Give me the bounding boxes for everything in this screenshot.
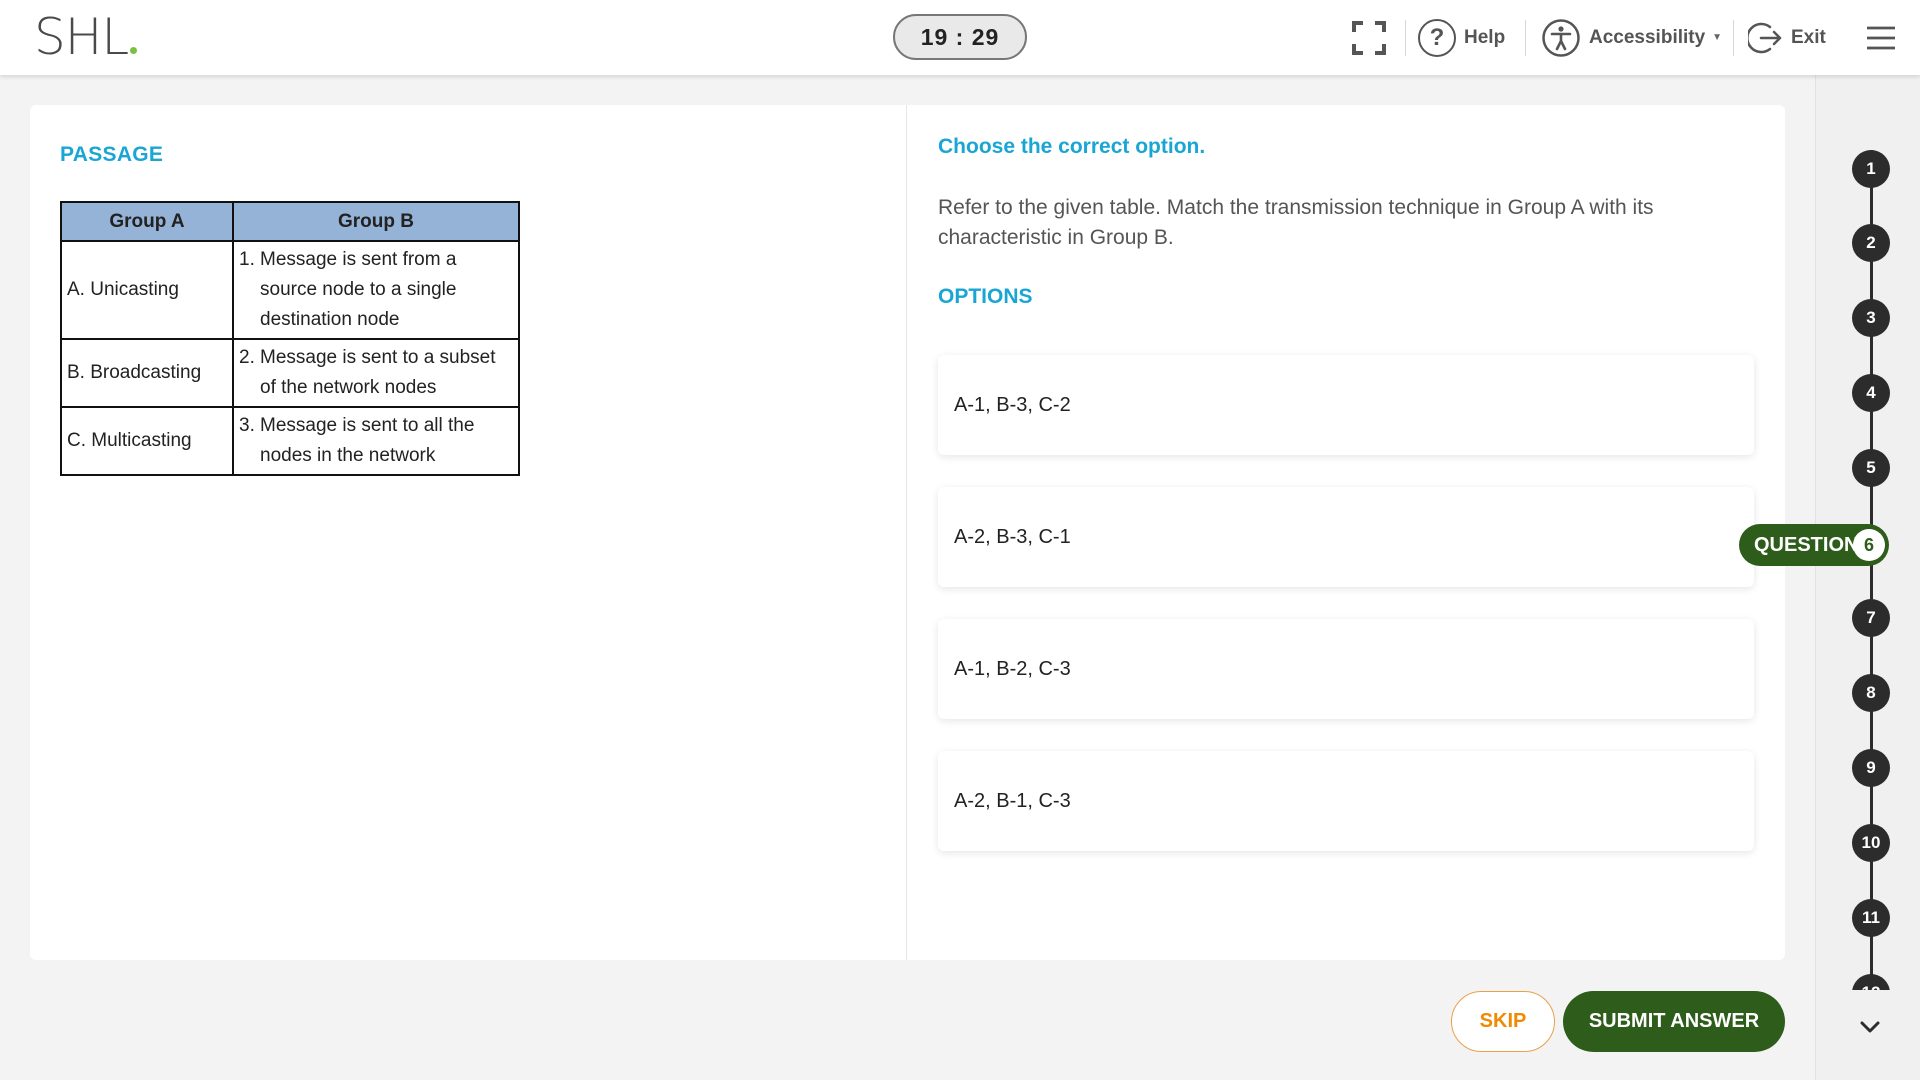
question-nav-11[interactable]: 11 <box>1852 899 1890 937</box>
table-cell-group-a: B. Broadcasting <box>60 338 234 408</box>
question-nav-9[interactable]: 9 <box>1852 749 1890 787</box>
fullscreen-button[interactable] <box>1350 0 1388 75</box>
cell-line: nodes in the network <box>260 445 436 466</box>
exit-icon <box>1748 22 1782 53</box>
question-nav-2[interactable]: 2 <box>1852 224 1890 262</box>
question-nav-5[interactable]: 5 <box>1852 449 1890 487</box>
cell-line: Message is sent from a <box>260 249 457 270</box>
accessibility-label: Accessibility <box>1589 26 1706 48</box>
options-title: OPTIONS <box>938 285 1033 308</box>
answer-option-2[interactable]: A-2, B-3, C-1 <box>938 487 1754 587</box>
current-question-label: QUESTION <box>1754 533 1859 556</box>
help-icon: ? <box>1418 18 1456 57</box>
question-instruction: Choose the correct option. <box>938 135 1206 158</box>
column-divider <box>906 105 907 960</box>
question-card: PASSAGE Group A Group B A. Unicasting 1.… <box>30 105 1785 960</box>
current-question-number: 6 <box>1853 529 1885 561</box>
logo-dot <box>130 47 138 54</box>
header-separator <box>1405 20 1406 56</box>
table-row: B. Broadcasting 2. Message is sent to a s… <box>60 338 520 408</box>
help-button[interactable]: ? Help <box>1418 0 1505 75</box>
table-row: A. Unicasting 1. Message is sent from a s… <box>60 240 520 340</box>
cell-line: destination node <box>260 309 400 330</box>
cell-line: Message is sent to a subset <box>260 347 496 368</box>
cell-line: of the network nodes <box>260 377 437 398</box>
cell-line: Message is sent to all the <box>260 415 475 436</box>
chevron-down-icon: ▼ <box>1712 32 1723 43</box>
shl-logo: SHL <box>34 10 138 65</box>
accessibility-button[interactable]: Accessibility ▼ <box>1541 0 1722 75</box>
table-header-group-b: Group B <box>232 201 520 242</box>
table-cell-group-b: 2. Message is sent to a subset of the net… <box>232 338 520 408</box>
chevron-down-icon <box>1860 1021 1880 1033</box>
header-separator <box>1733 20 1734 56</box>
skip-button[interactable]: SKIP <box>1451 991 1555 1052</box>
question-text: Refer to the given table. Match the tran… <box>938 196 1654 249</box>
current-question-indicator[interactable]: QUESTION 6 <box>1739 524 1889 566</box>
countdown-timer: 19 : 29 <box>893 14 1027 60</box>
help-label: Help <box>1464 26 1506 48</box>
question-nav-4[interactable]: 4 <box>1852 374 1890 412</box>
fullscreen-icon <box>1352 20 1386 55</box>
table-header-row: Group A Group B <box>60 201 520 242</box>
question-nav-1[interactable]: 1 <box>1852 150 1890 188</box>
menu-button[interactable] <box>1866 0 1896 75</box>
navigator-scroll-down-button[interactable] <box>1852 1012 1888 1042</box>
top-header: SHL 19 : 29 ? Help Accessibility ▼ Exit <box>0 0 1920 75</box>
question-nav-8[interactable]: 8 <box>1852 674 1890 712</box>
submit-answer-button[interactable]: SUBMIT ANSWER <box>1563 991 1785 1052</box>
item-number: 3. <box>239 415 255 436</box>
passage-table: Group A Group B A. Unicasting 1. Message … <box>60 201 520 476</box>
table-cell-group-b: 3. Message is sent to all the nodes in th… <box>232 406 520 476</box>
table-cell-group-a: C. Multicasting <box>60 406 234 476</box>
cell-line: source node to a single <box>260 279 457 300</box>
hamburger-menu-icon <box>1867 26 1895 49</box>
table-cell-group-a: A. Unicasting <box>60 240 234 340</box>
option-label: A-1, B-2, C-3 <box>954 657 1071 680</box>
answer-option-1[interactable]: A-1, B-3, C-2 <box>938 355 1754 455</box>
header-separator <box>1525 20 1526 56</box>
item-number: 2. <box>239 347 255 368</box>
option-label: A-2, B-3, C-1 <box>954 525 1071 548</box>
table-cell-group-b: 1. Message is sent from a source node to … <box>232 240 520 340</box>
exit-label: Exit <box>1791 26 1826 48</box>
question-nav-3[interactable]: 3 <box>1852 299 1890 337</box>
question-nav-10[interactable]: 10 <box>1852 824 1890 862</box>
table-header-group-a: Group A <box>60 201 234 242</box>
option-label: A-1, B-3, C-2 <box>954 393 1071 416</box>
passage-title: PASSAGE <box>60 143 164 166</box>
item-number: 1. <box>239 249 255 270</box>
question-nav-7[interactable]: 7 <box>1852 599 1890 637</box>
accessibility-icon <box>1542 18 1580 57</box>
answer-option-3[interactable]: A-1, B-2, C-3 <box>938 619 1754 719</box>
table-row: C. Multicasting 3. Message is sent to all… <box>60 406 520 476</box>
answer-option-4[interactable]: A-2, B-1, C-3 <box>938 751 1754 851</box>
question-nav-12[interactable]: 12 <box>1852 974 1890 990</box>
option-label: A-2, B-1, C-3 <box>954 789 1071 812</box>
exit-button[interactable]: Exit <box>1748 0 1826 75</box>
